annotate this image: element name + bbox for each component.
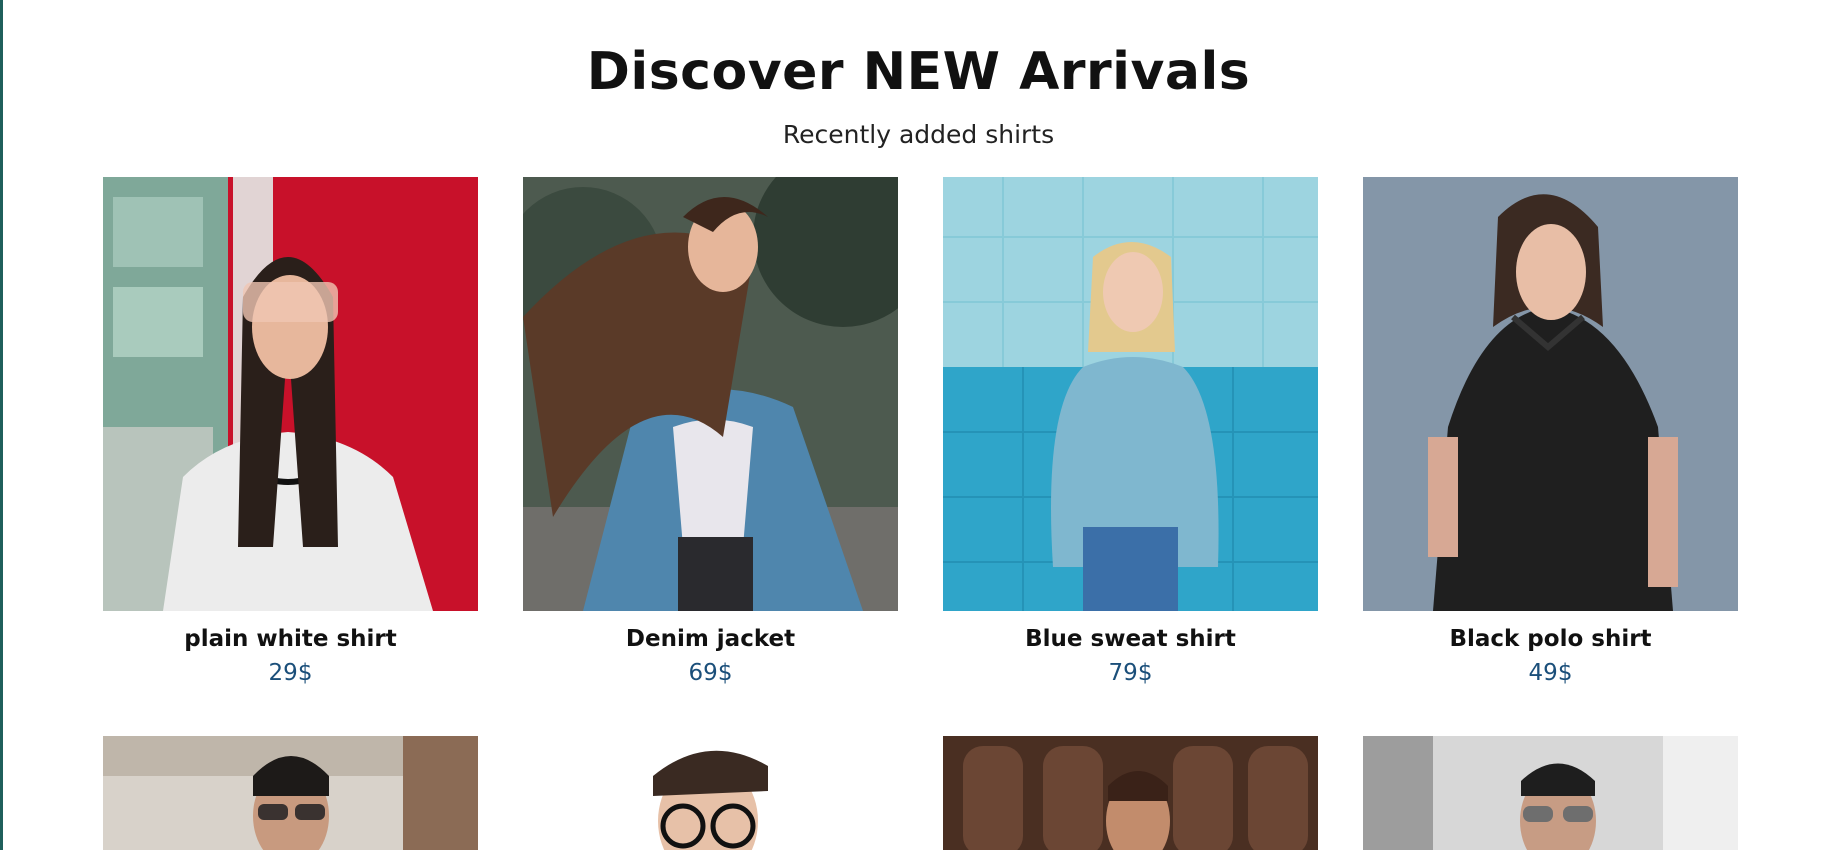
section-title: Discover NEW Arrivals (586, 42, 1251, 102)
product-image[interactable] (943, 177, 1318, 611)
product-name[interactable]: Black polo shirt (1363, 626, 1738, 652)
product-card[interactable] (103, 736, 478, 850)
product-image[interactable] (1363, 177, 1738, 611)
product-card[interactable]: Blue sweat shirt 79$ (943, 177, 1318, 686)
product-name[interactable]: plain white shirt (103, 626, 478, 652)
product-image[interactable] (943, 736, 1318, 850)
woman-blue-sweatshirt-photo (943, 177, 1318, 611)
product-image[interactable] (523, 736, 898, 850)
man-sunglasses-photo (103, 736, 478, 850)
woman-denim-jacket-photo (523, 177, 898, 611)
man-wood-door-photo (943, 736, 1318, 850)
product-image[interactable] (523, 177, 898, 611)
product-image[interactable] (103, 736, 478, 850)
product-card[interactable]: plain white shirt 29$ (103, 177, 478, 686)
product-image[interactable] (103, 177, 478, 611)
product-price: 69$ (688, 660, 733, 686)
product-card[interactable] (523, 736, 898, 850)
product-price: 29$ (268, 660, 313, 686)
product-name[interactable]: Blue sweat shirt (943, 626, 1318, 652)
product-card[interactable]: Black polo shirt 49$ (1363, 177, 1738, 686)
woman-white-tee-photo (103, 177, 478, 611)
woman-black-polo-photo (1363, 177, 1738, 611)
product-card[interactable] (943, 736, 1318, 850)
product-price: 79$ (1108, 660, 1153, 686)
man-glasses-photo (523, 736, 898, 850)
new-arrivals-page: Discover NEW Arrivals Recently added shi… (0, 0, 1837, 850)
product-name[interactable]: Denim jacket (523, 626, 898, 652)
product-card[interactable]: Denim jacket 69$ (523, 177, 898, 686)
man-aviators-photo (1363, 736, 1738, 850)
product-card[interactable] (1363, 736, 1738, 850)
section-subtitle: Recently added shirts (782, 120, 1055, 149)
product-image[interactable] (1363, 736, 1738, 850)
product-price: 49$ (1528, 660, 1573, 686)
